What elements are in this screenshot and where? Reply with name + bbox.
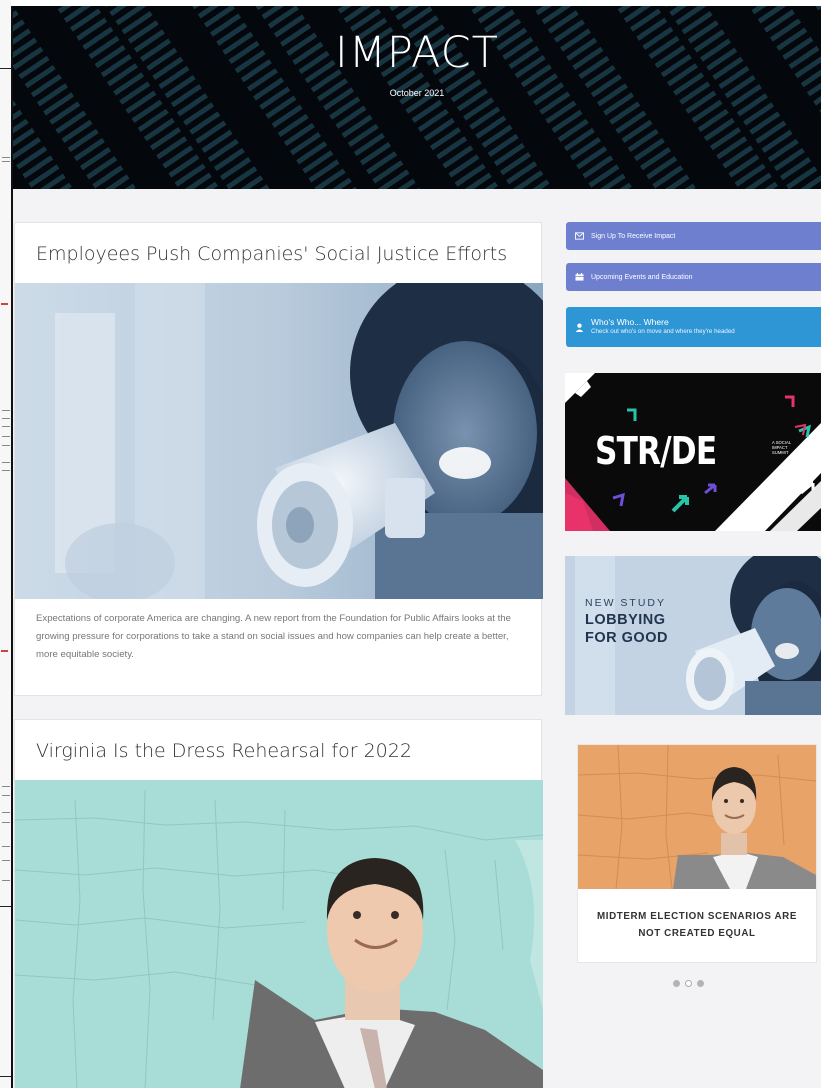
stride-summit-ad[interactable]: STR/DE A SOCIAL IMPACT SUMMIT	[565, 373, 821, 531]
carousel-image	[578, 745, 816, 889]
featured-carousel-card[interactable]: MIDTERM ELECTION SCENARIOS ARE NOT CREAT…	[577, 744, 817, 963]
envelope-icon	[575, 232, 584, 240]
signup-button-label: Sign Up To Receive Impact	[591, 232, 676, 240]
whos-who-title: Who's Who... Where	[591, 317, 669, 327]
calendar-icon	[575, 273, 584, 281]
article-image[interactable]	[15, 283, 543, 599]
carousel-dot-3[interactable]	[697, 980, 704, 987]
whos-who-button[interactable]: Who's Who... Where Check out who's on mo…	[566, 307, 821, 347]
carousel-dots	[673, 980, 704, 987]
person-icon	[575, 323, 584, 332]
man-over-map-orange-illustration	[578, 745, 816, 889]
man-over-us-map-illustration	[15, 780, 543, 1088]
stride-tagline: A SOCIAL IMPACT SUMMIT	[772, 440, 791, 455]
study-headline-line1: LOBBYING	[585, 612, 666, 628]
article-excerpt: Expectations of corporate America are ch…	[36, 613, 511, 660]
article-card: Employees Push Companies' Social Justice…	[14, 222, 543, 696]
study-headline-line2: FOR GOOD	[585, 630, 668, 646]
header-banner: IMPACT October 2021	[13, 6, 821, 189]
carousel-dot-2[interactable]	[685, 980, 692, 987]
stride-logo-text: STR/DE	[595, 429, 717, 473]
article-image[interactable]	[15, 780, 543, 1088]
article-title[interactable]: Employees Push Companies' Social Justice…	[36, 243, 507, 265]
woman-with-megaphone-photo	[15, 283, 543, 599]
article-title[interactable]: Virginia Is the Dress Rehearsal for 2022	[36, 740, 412, 762]
events-button-label: Upcoming Events and Education	[591, 273, 693, 281]
carousel-dot-1[interactable]	[673, 980, 680, 987]
issue-date: October 2021	[389, 88, 445, 98]
carousel-caption: MIDTERM ELECTION SCENARIOS ARE NOT CREAT…	[597, 911, 797, 939]
study-label: NEW STUDY	[585, 597, 666, 609]
events-button[interactable]: Upcoming Events and Education	[566, 263, 821, 291]
article-card: Virginia Is the Dress Rehearsal for 2022	[14, 719, 543, 1088]
page: IMPACT October 2021 Employees Push Compa…	[0, 0, 821, 1088]
newsletter-title: IMPACT	[335, 28, 499, 78]
signup-button[interactable]: Sign Up To Receive Impact	[566, 222, 821, 250]
whos-who-subtitle: Check out who's on move and where they'r…	[591, 328, 735, 335]
lobbying-study-ad[interactable]: NEW STUDY LOBBYING FOR GOOD	[565, 556, 821, 715]
